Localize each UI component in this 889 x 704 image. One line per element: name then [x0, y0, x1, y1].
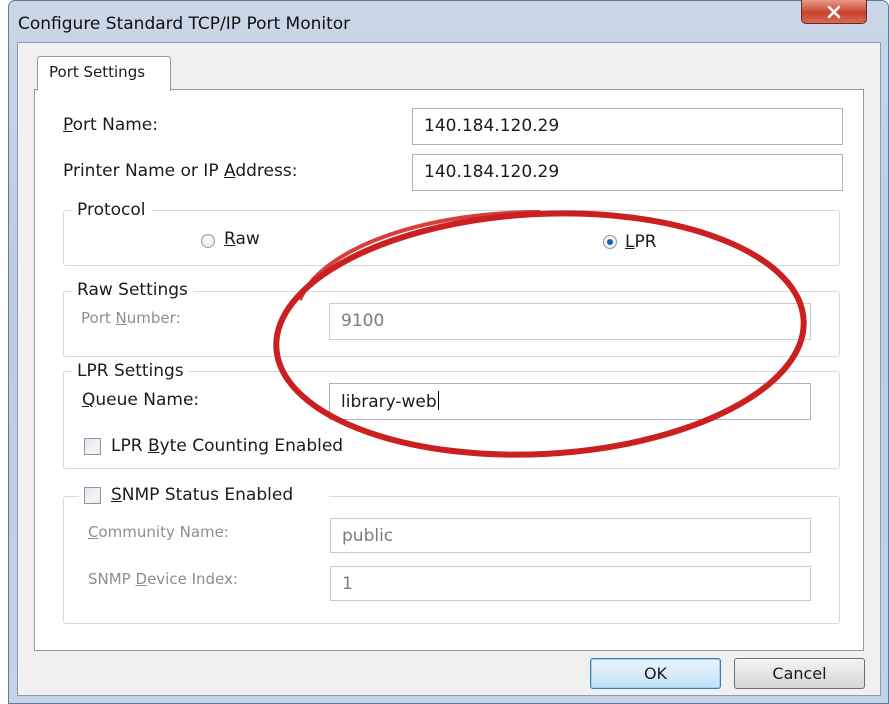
cancel-button[interactable]: Cancel — [734, 658, 865, 689]
close-icon — [827, 5, 841, 18]
protocol-group-title: Protocol — [72, 200, 151, 220]
tab-port-settings[interactable]: Port Settings — [37, 56, 171, 91]
window-title: Configure Standard TCP/IP Port Monitor — [18, 14, 351, 34]
lpr-byte-counting-checkbox[interactable] — [84, 438, 101, 455]
ok-button[interactable]: OK — [590, 658, 721, 689]
port-number-label: Port Number: — [81, 309, 181, 327]
queue-name-input[interactable]: library-web — [329, 383, 811, 420]
lpr-radio[interactable] — [603, 235, 617, 249]
snmp-group — [63, 496, 840, 624]
raw-radio-label[interactable]: Raw — [224, 229, 260, 249]
lpr-settings-title: LPR Settings — [72, 361, 189, 381]
lpr-byte-counting-label[interactable]: LPR Byte Counting Enabled — [111, 436, 343, 456]
queue-name-value: library-web — [341, 392, 437, 412]
port-name-input[interactable]: 140.184.120.29 — [412, 108, 843, 145]
raw-radio[interactable] — [201, 234, 215, 248]
snmp-status-checkbox[interactable] — [84, 487, 101, 504]
close-button[interactable] — [801, 0, 867, 24]
protocol-group — [63, 210, 840, 266]
lpr-radio-label[interactable]: LPR — [625, 232, 657, 252]
printer-address-label: Printer Name or IP Address: — [63, 161, 298, 181]
community-name-input[interactable]: public — [330, 518, 811, 553]
device-index-input[interactable]: 1 — [330, 566, 811, 601]
printer-address-input[interactable]: 140.184.120.29 — [412, 154, 843, 191]
snmp-status-label[interactable]: SNMP Status Enabled — [111, 485, 293, 505]
raw-settings-title: Raw Settings — [72, 280, 193, 300]
text-caret — [437, 391, 439, 410]
port-name-label: Port Name: — [63, 115, 158, 135]
port-number-input[interactable]: 9100 — [329, 303, 811, 340]
port-name-label-rest: ort Name: — [72, 115, 158, 135]
community-name-label: Community Name: — [88, 523, 229, 541]
device-index-label: SNMP Device Index: — [88, 570, 238, 588]
queue-name-label: Queue Name: — [82, 390, 200, 410]
